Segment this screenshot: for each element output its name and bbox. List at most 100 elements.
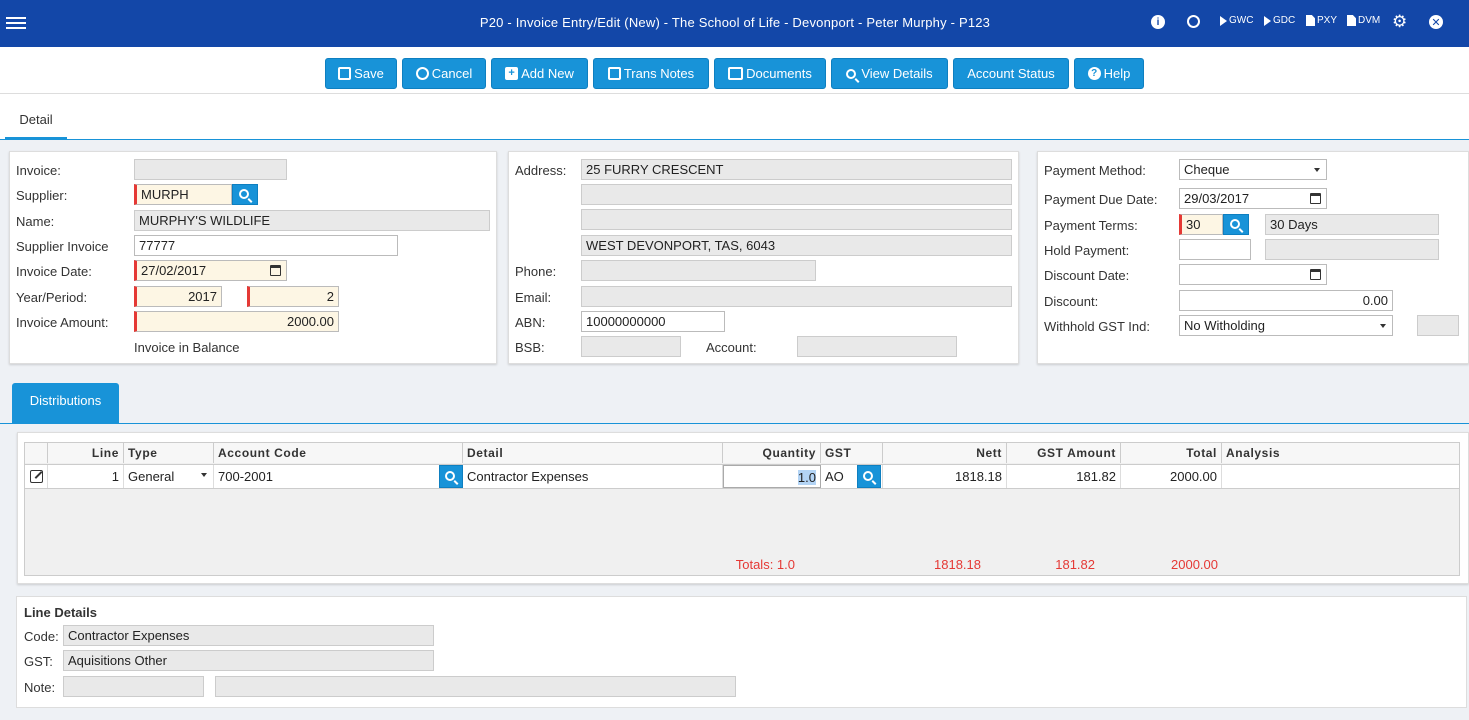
col-nett[interactable]: Nett bbox=[883, 443, 1007, 463]
payment-due-date-field[interactable]: 29/03/2017 bbox=[1179, 188, 1327, 209]
payment-panel: Payment Method: Cheque Payment Due Date:… bbox=[1037, 151, 1469, 364]
hamburger-menu-icon[interactable] bbox=[6, 14, 26, 32]
documents-button[interactable]: Documents bbox=[714, 58, 826, 89]
col-type[interactable]: Type bbox=[124, 443, 214, 463]
col-analysis[interactable]: Analysis bbox=[1222, 443, 1459, 463]
bsb-label: BSB: bbox=[515, 340, 545, 355]
account-label: Account: bbox=[706, 340, 757, 355]
year-period-label: Year/Period: bbox=[16, 290, 88, 305]
payment-terms-search-button[interactable] bbox=[1223, 214, 1249, 235]
account-code-search-button[interactable] bbox=[439, 465, 463, 488]
col-gst-amount[interactable]: GST Amount bbox=[1007, 443, 1121, 463]
due-date-value: 29/03/2017 bbox=[1184, 191, 1250, 206]
email-field bbox=[581, 286, 1012, 307]
cell-analysis[interactable] bbox=[1222, 465, 1459, 488]
cancel-button[interactable]: Cancel bbox=[402, 58, 486, 89]
discount-date-label: Discount Date: bbox=[1044, 268, 1130, 283]
email-label: Email: bbox=[515, 290, 552, 305]
supplier-invoice-label: Supplier Invoice bbox=[16, 239, 109, 254]
calendar-icon[interactable] bbox=[1310, 193, 1321, 204]
chevron-down-icon bbox=[201, 473, 207, 477]
col-detail[interactable]: Detail bbox=[463, 443, 723, 463]
cell-type-select[interactable]: General bbox=[124, 465, 214, 488]
line-code-label: Code: bbox=[24, 629, 59, 644]
withhold-gst-select[interactable]: No Witholding bbox=[1179, 315, 1393, 336]
chevron-down-icon bbox=[1380, 324, 1386, 328]
view-details-button[interactable]: View Details bbox=[831, 58, 948, 89]
supplier-invoice-field[interactable]: 77777 bbox=[134, 235, 398, 256]
globe-icon[interactable] bbox=[1187, 15, 1200, 28]
totals-gst-amount: 181.82 bbox=[1055, 557, 1095, 572]
discount-field[interactable]: 0.00 bbox=[1179, 290, 1393, 311]
account-field bbox=[797, 336, 957, 357]
invoice-amount-field[interactable]: 2000.00 bbox=[134, 311, 339, 332]
col-total[interactable]: Total bbox=[1121, 443, 1222, 463]
play-icon bbox=[1220, 15, 1227, 26]
abn-field[interactable]: 10000000000 bbox=[581, 311, 725, 332]
discount-date-field[interactable] bbox=[1179, 264, 1327, 285]
period-field[interactable]: 2 bbox=[247, 286, 339, 307]
save-button[interactable]: Save bbox=[325, 58, 397, 89]
hold-payment-field[interactable] bbox=[1179, 239, 1251, 260]
withhold-gst-value: No Witholding bbox=[1184, 318, 1265, 333]
cell-type-value: General bbox=[128, 469, 175, 484]
trans-notes-button[interactable]: Trans Notes bbox=[593, 58, 709, 89]
app-header: P20 - Invoice Entry/Edit (New) - The Sch… bbox=[0, 0, 1469, 47]
col-gst[interactable]: GST bbox=[821, 443, 883, 463]
shortcut-dvm[interactable]: DVM bbox=[1347, 15, 1380, 26]
phone-field bbox=[581, 260, 816, 281]
shortcut-gdc[interactable]: GDC bbox=[1264, 15, 1295, 26]
shortcut-pxy[interactable]: PXY bbox=[1306, 15, 1337, 26]
invoice-date-value: 27/02/2017 bbox=[141, 263, 207, 278]
calendar-icon[interactable] bbox=[270, 265, 281, 276]
calendar-icon[interactable] bbox=[1310, 269, 1321, 280]
payment-due-date-label: Payment Due Date: bbox=[1044, 192, 1158, 207]
document-icon bbox=[1347, 15, 1356, 26]
line-note-label: Note: bbox=[24, 680, 56, 695]
invoice-date-field[interactable]: 27/02/2017 bbox=[134, 260, 287, 281]
cell-account-code[interactable]: 700-2001 bbox=[214, 465, 463, 488]
bsb-field bbox=[581, 336, 681, 357]
table-row[interactable]: 1 General 700-2001 Contractor Expenses 1… bbox=[25, 464, 1459, 489]
close-icon[interactable]: ✕ bbox=[1429, 15, 1443, 29]
info-icon[interactable]: i bbox=[1151, 15, 1165, 29]
col-quantity[interactable]: Quantity bbox=[723, 443, 821, 463]
payment-method-label: Payment Method: bbox=[1044, 163, 1146, 178]
folder-icon bbox=[728, 67, 744, 80]
line-gst-field: Aquisitions Other bbox=[63, 650, 434, 671]
cell-detail[interactable]: Contractor Expenses bbox=[463, 465, 723, 488]
address-panel: Address: 25 FURRY CRESCENT WEST DEVONPOR… bbox=[508, 151, 1019, 364]
help-button[interactable]: ? Help bbox=[1074, 58, 1144, 89]
withhold-gst-label: Withhold GST Ind: bbox=[1044, 319, 1150, 334]
search-icon bbox=[1230, 218, 1240, 229]
payment-method-select[interactable]: Cheque bbox=[1179, 159, 1327, 180]
edit-row-icon[interactable] bbox=[25, 465, 48, 488]
address-line4-field: WEST DEVONPORT, TAS, 6043 bbox=[581, 235, 1012, 256]
cell-quantity[interactable]: 1.0 bbox=[723, 465, 821, 488]
add-new-button[interactable]: + Add New bbox=[491, 58, 588, 89]
document-icon bbox=[1306, 15, 1315, 26]
tab-distributions[interactable]: Distributions bbox=[12, 383, 119, 424]
supplier-field[interactable]: MURPH bbox=[134, 184, 232, 205]
gear-icon[interactable]: ⚙ bbox=[1392, 12, 1407, 32]
payment-terms-field[interactable]: 30 bbox=[1179, 214, 1223, 235]
distributions-grid: Line Type Account Code Detail Quantity G… bbox=[24, 442, 1460, 576]
supplier-search-button[interactable] bbox=[232, 184, 258, 205]
balance-status: Invoice in Balance bbox=[134, 340, 240, 355]
gst-search-button[interactable] bbox=[857, 465, 881, 488]
col-account-code[interactable]: Account Code bbox=[214, 443, 463, 463]
address-line1-field: 25 FURRY CRESCENT bbox=[581, 159, 1012, 180]
address-line3-field bbox=[581, 209, 1012, 230]
help-icon: ? bbox=[1087, 67, 1101, 80]
col-line[interactable]: Line bbox=[48, 443, 124, 463]
year-field[interactable]: 2017 bbox=[134, 286, 222, 307]
account-status-button[interactable]: Account Status bbox=[953, 58, 1069, 89]
cell-nett: 1818.18 bbox=[883, 465, 1007, 488]
payment-method-value: Cheque bbox=[1184, 162, 1230, 177]
tab-detail[interactable]: Detail bbox=[5, 112, 67, 140]
shortcut-gwc[interactable]: GWC bbox=[1220, 15, 1253, 26]
invoice-number-field bbox=[134, 159, 287, 180]
window-title: P20 - Invoice Entry/Edit (New) - The Sch… bbox=[479, 15, 991, 30]
line-note-field-1 bbox=[63, 676, 204, 697]
supplier-label: Supplier: bbox=[16, 188, 68, 203]
